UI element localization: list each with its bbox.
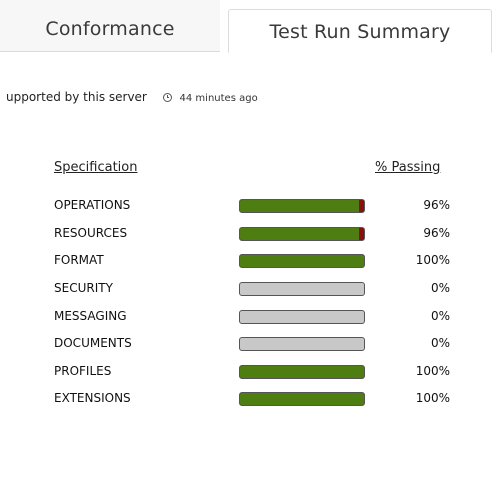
percent-passing: 100%: [415, 253, 450, 267]
table-row: MESSAGING 0%: [0, 307, 500, 327]
spec-name: FORMAT: [54, 253, 104, 267]
table-row: DOCUMENTS 0%: [0, 334, 500, 354]
table-row: EXTENSIONS 100%: [0, 389, 500, 409]
spec-name: DOCUMENTS: [54, 336, 132, 350]
percent-passing: 0%: [430, 281, 450, 295]
spec-name: OPERATIONS: [54, 198, 131, 212]
percent-passing: 0%: [430, 309, 450, 323]
progress-bar: [239, 254, 365, 268]
progress-pass-fill: [240, 200, 360, 212]
table-row: OPERATIONS 96%: [0, 196, 500, 216]
progress-bar: [239, 199, 365, 213]
progress-bar: [239, 227, 365, 241]
status-text: upported by this server: [6, 90, 147, 104]
header-specification: Specification: [54, 160, 138, 175]
table-row: PROFILES 100%: [0, 362, 500, 382]
percent-passing: 96%: [423, 198, 450, 212]
spec-name: SECURITY: [54, 281, 113, 295]
progress-bar: [239, 365, 365, 379]
time-ago: 44 minutes ago: [179, 93, 258, 104]
spec-name: RESOURCES: [54, 226, 128, 240]
progress-pass-fill: [240, 228, 360, 240]
progress-bar: [239, 282, 365, 296]
tab-bar: Conformance Test Run Summary: [0, 0, 500, 53]
progress-fail-fill: [359, 200, 364, 212]
progress-bar: [239, 392, 365, 406]
progress-pass-fill: [240, 393, 364, 405]
percent-passing: 96%: [423, 226, 450, 240]
progress-pass-fill: [240, 255, 364, 267]
progress-bar: [239, 337, 365, 351]
progress-pass-fill: [240, 366, 364, 378]
tab-test-run-summary[interactable]: Test Run Summary: [228, 9, 492, 53]
spec-name: MESSAGING: [54, 309, 127, 323]
spec-name: PROFILES: [54, 364, 112, 378]
table-row: SECURITY 0%: [0, 279, 500, 299]
progress-fail-fill: [359, 228, 364, 240]
tab-conformance[interactable]: Conformance: [0, 0, 220, 52]
percent-passing: 100%: [415, 364, 450, 378]
percent-passing: 0%: [430, 336, 450, 350]
header-percent-passing: % Passing: [375, 160, 441, 175]
spec-name: EXTENSIONS: [54, 391, 131, 405]
progress-bar: [239, 310, 365, 324]
table-row: FORMAT 100%: [0, 251, 500, 271]
percent-passing: 100%: [415, 391, 450, 405]
table-row: RESOURCES 96%: [0, 224, 500, 244]
clock-icon: [162, 93, 172, 102]
status-line: upported by this server 44 minutes ago: [6, 90, 258, 104]
